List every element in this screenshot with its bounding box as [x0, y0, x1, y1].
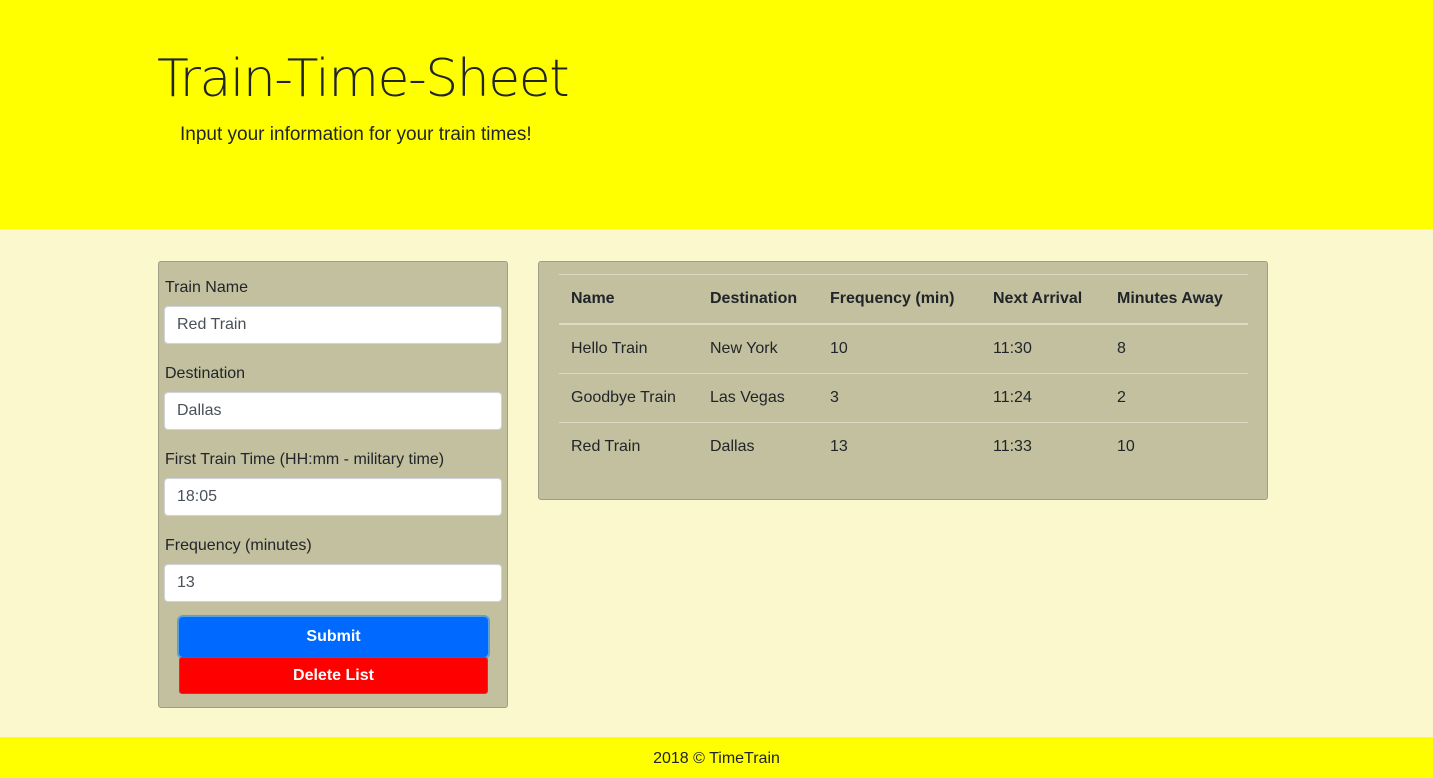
table-header-row: Name Destination Frequency (min) Next Ar…: [559, 275, 1248, 325]
destination-label: Destination: [165, 365, 246, 382]
footer-text: 2018 © TimeTrain: [653, 750, 780, 767]
cell-destination: Las Vegas: [698, 372, 818, 422]
cell-name: Hello Train: [571, 339, 648, 357]
jumbotron-header: Train-Time-Sheet Input your information …: [0, 0, 1433, 229]
cell-next-arrival: 11:24: [981, 372, 1105, 422]
cell-next-arrival: 11:30: [993, 339, 1032, 357]
delete-list-button[interactable]: Delete List: [179, 657, 488, 694]
column-header-next-arrival: Next Arrival: [981, 275, 1105, 325]
cell-minutes-away: 10: [1105, 421, 1248, 471]
table-row: Red Train Dallas 13 11:33 10: [559, 421, 1248, 471]
train-schedule-panel: Name Destination Frequency (min) Next Ar…: [538, 261, 1268, 500]
cell-minutes-away: 2: [1105, 372, 1248, 422]
cell-frequency: 3: [818, 372, 981, 422]
table-row: Goodbye Train Las Vegas 3 11:24 2: [559, 372, 1248, 422]
train-form-panel: Train Name Destination First Train Time …: [158, 261, 508, 708]
frequency-input[interactable]: [164, 564, 502, 602]
page-subtitle: Input your information for your train ti…: [180, 124, 532, 145]
cell-minutes-away: 8: [1117, 339, 1126, 357]
cell-name: Goodbye Train: [559, 372, 698, 422]
column-header-frequency: Frequency (min): [818, 275, 981, 325]
page-footer: 2018 © TimeTrain: [0, 737, 1433, 778]
table-row: Hello Train New York 10 11:30 8: [559, 324, 1248, 373]
cell-destination: New York: [710, 339, 778, 357]
train-schedule-table: Name Destination Frequency (min) Next Ar…: [559, 275, 1248, 471]
first-train-time-input[interactable]: [164, 478, 502, 516]
destination-input[interactable]: [164, 392, 502, 430]
frequency-label: Frequency (minutes): [165, 537, 312, 554]
column-header-destination: Destination: [698, 275, 818, 325]
cell-frequency: 10: [830, 339, 848, 357]
column-header-minutes-away: Minutes Away: [1105, 275, 1248, 325]
cell-name: Red Train: [559, 421, 698, 471]
train-name-label: Train Name: [165, 279, 248, 296]
train-name-input[interactable]: [164, 306, 502, 344]
first-train-time-label: First Train Time (HH:mm - military time): [165, 451, 445, 468]
column-header-name: Name: [559, 275, 698, 325]
cell-destination: Dallas: [698, 421, 818, 471]
cell-frequency: 13: [818, 421, 981, 471]
submit-button[interactable]: Submit: [179, 617, 488, 657]
train-table-wrapper: Name Destination Frequency (min) Next Ar…: [559, 274, 1248, 471]
page-title: Train-Time-Sheet: [157, 49, 570, 109]
cell-next-arrival: 11:33: [981, 421, 1105, 471]
